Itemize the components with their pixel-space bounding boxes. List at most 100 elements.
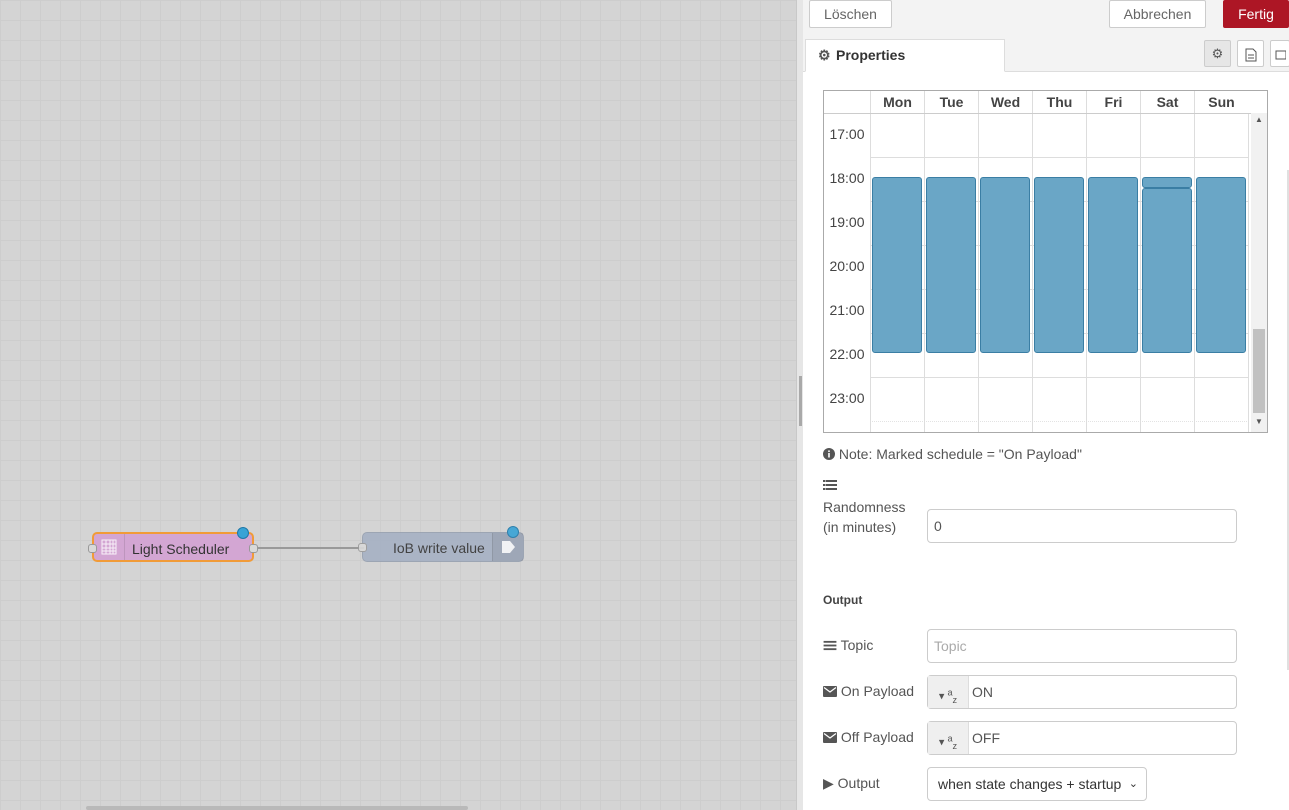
weekly-schedule-grid[interactable]: 17:00 18:00 19:00 20:00 21:00 22:00 23:00 Mon … [823,90,1268,433]
day-column-line [1086,113,1087,432]
day-column-line [870,113,871,432]
schedule-event[interactable] [1088,177,1138,353]
schedule-event[interactable] [980,177,1030,353]
topic-label-text: Topic [840,637,874,653]
day-column-line [1248,113,1249,432]
schedule-event[interactable] [1142,188,1192,353]
off-payload-label-text: Off Payload [840,729,914,745]
output-mode-selected: when state changes + startup [938,776,1122,792]
randomness-label-line1: Randomness [823,499,906,515]
flow-wire[interactable] [254,547,364,549]
edit-tray: Löschen Abbrechen Fertig ⚙ Properties ⚙ … [803,0,1289,810]
string-type-icon: az [947,733,958,751]
appearance-tab-button[interactable] [1270,40,1289,67]
node-label: Light Scheduler [132,541,230,557]
schedule-event[interactable] [1196,177,1246,353]
list-icon [823,637,837,653]
arrow-out-icon [492,533,523,561]
on-payload-input[interactable]: ▾ az ON [927,675,1237,709]
light-scheduler-node[interactable]: Light Scheduler [88,527,258,562]
output-mode-label-text: Output [837,775,880,791]
day-column-line [1140,113,1141,432]
off-payload-input[interactable]: ▾ az OFF [927,721,1237,755]
string-type-selector[interactable]: ▾ az [928,676,969,708]
status-dot [237,527,249,539]
delete-button[interactable]: Löschen [809,0,892,28]
node-label: IoB write value [393,540,485,556]
tab-properties[interactable]: ⚙ Properties [805,39,1005,72]
day-column-line [1194,113,1195,432]
randomness-label: Randomness (in minutes) [823,497,906,537]
hour-line [870,377,1249,378]
file-text-icon [1245,46,1257,62]
schedule-scrollbar[interactable]: ▲ ▼ [1251,113,1267,432]
day-column-line [1032,113,1033,432]
on-payload-value[interactable]: ON [972,684,993,700]
topic-label: Topic [823,637,873,653]
randomness-label-line2: (in minutes) [823,519,897,535]
output-section-heading: Output [823,593,863,607]
done-button[interactable]: Fertig [1223,0,1289,28]
hour-line [870,157,1249,158]
string-type-icon: az [947,687,958,705]
time-label: 20:00 [829,258,865,274]
info-icon [823,446,835,462]
time-label: 23:00 [829,390,865,406]
day-header: Tue [924,91,978,113]
day-header: Sat [1140,91,1194,113]
day-header: Wed [978,91,1032,113]
object-icon [1274,46,1287,61]
caret-down-icon: ▾ [938,690,945,703]
schedule-event[interactable] [926,177,976,353]
off-payload-value[interactable]: OFF [972,730,1000,746]
envelope-icon [823,683,837,699]
play-icon: ▶ [823,775,834,791]
settings-tab-button[interactable]: ⚙ [1204,40,1231,67]
list-icon [823,478,837,494]
time-label: 17:00 [829,126,865,142]
topic-input[interactable] [927,629,1237,663]
output-mode-select[interactable]: when state changes + startup ⌄ [927,767,1147,801]
flow-workspace[interactable]: Light Scheduler IoB write value [0,0,796,810]
schedule-header: Mon Tue Wed Thu Fri Sat Sun [824,91,1267,114]
caret-down-icon: ▾ [938,736,945,749]
on-payload-label-text: On Payload [840,683,915,699]
randomness-input[interactable] [927,509,1237,543]
description-tab-button[interactable] [1237,40,1264,67]
off-payload-label: Off Payload [823,729,914,745]
output-port[interactable] [249,544,258,553]
day-column-line [924,113,925,432]
schedule-note: Note: Marked schedule = "On Payload" [823,446,1082,462]
schedule-event[interactable] [1142,177,1192,188]
time-label: 18:00 [829,170,865,186]
gear-icon: ⚙ [818,47,831,63]
string-type-selector[interactable]: ▾ az [928,722,969,754]
tab-properties-label: Properties [836,47,906,63]
workspace-scrollbar[interactable] [86,806,468,810]
day-header: Thu [1032,91,1086,113]
time-label: 21:00 [829,302,865,318]
day-column-line [978,113,979,432]
envelope-icon [823,729,837,745]
cancel-button[interactable]: Abbrechen [1109,0,1206,28]
note-text: Note: Marked schedule = "On Payload" [838,446,1082,462]
day-header: Mon [870,91,924,113]
tray-tabbar: ⚙ Properties ⚙ [803,36,1289,72]
on-payload-label: On Payload [823,683,914,699]
schedule-event[interactable] [1034,177,1084,353]
input-port[interactable] [88,544,97,553]
scroll-down-icon[interactable]: ▼ [1251,417,1267,426]
iob-write-value-node[interactable]: IoB write value [358,526,524,562]
day-header: Fri [1086,91,1140,113]
day-header: Sun [1194,91,1248,113]
status-dot [507,526,519,538]
output-mode-label: ▶ Output [823,775,880,792]
input-port[interactable] [358,543,367,552]
scrollbar-thumb[interactable] [1253,329,1265,413]
schedule-event[interactable] [872,177,922,353]
splitter-handle[interactable] [799,376,802,426]
half-hour-line [870,421,1249,422]
time-label: 22:00 [829,346,865,362]
tray-toolbar: Löschen Abbrechen Fertig [803,0,1289,37]
scroll-up-icon[interactable]: ▲ [1251,115,1267,124]
